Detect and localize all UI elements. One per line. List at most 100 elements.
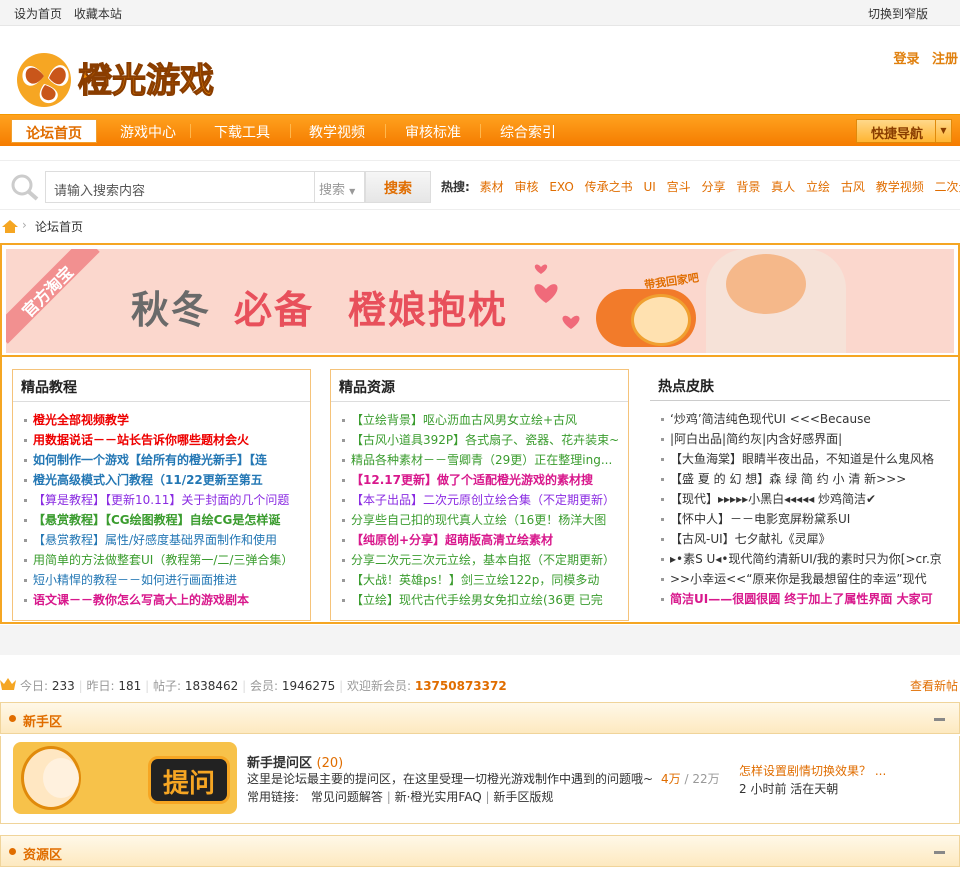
- list-item[interactable]: 橙光高级模式入门教程（11/22更新至第五: [23, 470, 310, 490]
- set-home-link[interactable]: 设为首页: [14, 7, 62, 21]
- hot-tag[interactable]: 教学视频: [876, 180, 924, 194]
- stat-label: 昨日:: [86, 679, 115, 693]
- stat-label: 帖子:: [152, 679, 181, 693]
- list-item[interactable]: 分享二次元三次元立绘，基本自抠（不定期更新）: [341, 550, 628, 570]
- login-link[interactable]: 登录: [893, 52, 919, 67]
- nav-tutorial-video[interactable]: 教学视频: [309, 122, 365, 142]
- nav-review-standard[interactable]: 审核标准: [405, 122, 461, 142]
- forum-image-text: 提问: [148, 756, 230, 804]
- search-button[interactable]: 搜索: [365, 171, 431, 203]
- divider: [2, 355, 958, 357]
- stat-label: 会员:: [249, 679, 278, 693]
- switch-width-link[interactable]: 切换到窄版: [868, 5, 928, 22]
- list-item[interactable]: 【本子出品】二次元原创立绘合集（不定期更新）: [341, 490, 628, 510]
- list-item[interactable]: 分享些自己扣的现代真人立绘（16更！杨洋大图: [341, 510, 628, 530]
- list-item[interactable]: 【悬赏教程】属性/好感度基础界面制作和使用: [23, 530, 310, 550]
- chevron-right-icon: ›: [22, 218, 27, 232]
- stat-posts: 1838462: [184, 679, 239, 693]
- home-icon[interactable]: [2, 220, 18, 236]
- section-title: 新手区: [23, 715, 63, 730]
- list-item[interactable]: 用简单的方法做整套UI（教程第一/二/三弹合集）: [23, 550, 310, 570]
- forum-stats-count: 4万 / 22万: [661, 772, 720, 786]
- resources-column: 精品资源 【立绘背景】呕心沥血古风男女立绘+古风 【古风小道具392P】各式扇子、…: [330, 369, 629, 621]
- stat-members: 1946275: [281, 679, 336, 693]
- last-post-title[interactable]: 怎样设置剧情切换效果？ ...: [739, 762, 886, 779]
- forum-count: (20): [316, 756, 344, 771]
- quick-nav-button[interactable]: 快捷导航 ▼: [856, 119, 952, 143]
- list-item[interactable]: 【12.17更新】做了个适配橙光游戏的素材搜: [341, 470, 628, 490]
- forum-name[interactable]: 新手提问区: [247, 756, 312, 771]
- forum-link[interactable]: 常见问题解答: [311, 790, 383, 804]
- bullet-icon: [9, 715, 16, 722]
- hot-tag[interactable]: 真人: [771, 180, 795, 194]
- forum-icon-image[interactable]: 提问: [13, 742, 237, 814]
- list-item[interactable]: 【立绘背景】呕心沥血古风男女立绘+古风: [341, 410, 628, 430]
- collapse-icon[interactable]: [934, 718, 945, 721]
- hot-tag[interactable]: 立绘: [806, 180, 830, 194]
- list-item[interactable]: 用数据说话－－站长告诉你哪些题材会火: [23, 430, 310, 450]
- forum-link[interactable]: 新·橙光实用FAQ: [395, 790, 482, 804]
- search-scope-select[interactable]: 搜索 ▼: [315, 171, 365, 203]
- list-item[interactable]: 【大鱼海棠】眼睛半夜出品，不知道是什么鬼风格: [660, 449, 950, 469]
- list-item[interactable]: 如何制作一个游戏【给所有的橙光新手】【连: [23, 450, 310, 470]
- list-item[interactable]: 【悬赏教程】【CG绘图教程】自绘CG是怎样诞: [23, 510, 310, 530]
- forum-link[interactable]: 新手区版规: [493, 790, 553, 804]
- nav-download-tools[interactable]: 下载工具: [214, 122, 270, 142]
- hot-tag[interactable]: 传承之书: [585, 180, 633, 194]
- list-item[interactable]: 【立绘】现代古代手绘男女免扣立绘(36更 已完: [341, 590, 628, 610]
- logo-text: 橙光游戏: [78, 61, 214, 101]
- hot-search-label: 热搜:: [441, 180, 470, 194]
- last-post-user[interactable]: 活在天朝: [790, 782, 838, 796]
- search-icon: [10, 173, 40, 204]
- nav-forum-home[interactable]: 论坛首页: [11, 119, 97, 143]
- nav-game-center[interactable]: 游戏中心: [120, 122, 176, 142]
- list-item[interactable]: 【古风-UI】七夕献礼《灵犀》: [660, 529, 950, 549]
- list-item[interactable]: 【现代】▸▸▸▸▸小黑白◂◂◂◂◂ 炒鸡简洁✔: [660, 489, 950, 509]
- list-item[interactable]: 语文课－－教你怎么写高大上的游戏剧本: [23, 590, 310, 610]
- hot-tag[interactable]: 审核: [514, 180, 538, 194]
- links-label: 常用链接:: [247, 790, 300, 804]
- new-member-link[interactable]: 13750873372: [415, 679, 507, 693]
- promo-banner[interactable]: 官方淘宝 秋冬 必备 橙娘抱枕 带我回家吧: [6, 249, 954, 353]
- chevron-down-icon: ▼: [935, 120, 951, 142]
- forum-stats: 今日: 233 | 昨日: 181 | 帖子: 1838462 | 会员: 19…: [0, 676, 960, 694]
- collapse-icon[interactable]: [934, 851, 945, 854]
- hot-tag[interactable]: 古风: [841, 180, 865, 194]
- bookmark-link[interactable]: 收藏本站: [74, 7, 122, 21]
- list-item[interactable]: 【怀中人】－－电影宽屏粉黛系UI: [660, 509, 950, 529]
- list-item[interactable]: ‘炒鸡’简洁纯色现代UI <<<Because: [660, 409, 950, 429]
- search-input[interactable]: 请输入搜索内容: [45, 171, 315, 203]
- register-link[interactable]: 注册: [932, 52, 958, 67]
- hot-tag[interactable]: 分享: [701, 180, 725, 194]
- list-item[interactable]: >>小幸运<<“原来你是我最想留住的幸运”现代: [660, 569, 950, 589]
- mascot-image: [631, 294, 691, 346]
- section-header-resource[interactable]: 资源区: [0, 835, 960, 867]
- tutorials-column: 精品教程 橙光全部视频教学 用数据说话－－站长告诉你哪些题材会火 如何制作一个游戏【…: [12, 369, 311, 621]
- list-item[interactable]: 【纯原创+分享】超萌版高清立绘素材: [341, 530, 628, 550]
- list-item[interactable]: 短小精悍的教程－－如何进行画面推进: [23, 570, 310, 590]
- view-new-posts-link[interactable]: 查看新帖: [910, 677, 958, 694]
- list-item[interactable]: 简洁UI——很圆很圆 终于加上了属性界面 大家可: [660, 589, 950, 609]
- section-header-newbie[interactable]: 新手区: [0, 702, 960, 734]
- hot-tag[interactable]: 素材: [480, 180, 504, 194]
- hot-tag[interactable]: 背景: [736, 180, 760, 194]
- breadcrumb: › 论坛首页: [0, 214, 960, 238]
- stat-yesterday: 181: [118, 679, 142, 693]
- hot-tag[interactable]: 宫斗: [667, 180, 691, 194]
- hot-tag[interactable]: EXO: [549, 180, 573, 194]
- hot-tag[interactable]: 二次元: [935, 180, 960, 194]
- site-logo[interactable]: 橙光游戏: [12, 48, 237, 110]
- list-item[interactable]: 【盛 夏 的 幻 想】森 绿 简 约 小 清 新>>>: [660, 469, 950, 489]
- list-item[interactable]: 【大战！英雄ps！】剑三立绘122p，同模多动: [341, 570, 628, 590]
- list-item[interactable]: 橙光全部视频教学: [23, 410, 310, 430]
- chevron-down-icon: ▼: [349, 187, 356, 196]
- list-item[interactable]: 【算是教程】【更新10.11】关于封面的几个问题: [23, 490, 310, 510]
- hot-tag[interactable]: UI: [643, 180, 655, 194]
- forum-links: 常用链接: 常见问题解答 | 新·橙光实用FAQ | 新手区版规: [247, 790, 554, 804]
- nav-index[interactable]: 综合索引: [500, 122, 556, 142]
- list-item[interactable]: |阿白出品|简约灰|内含好感界面|: [660, 429, 950, 449]
- list-item[interactable]: ▸•素S U◂•现代简约清新UI/我的素时只为你[>cr.京: [660, 549, 950, 569]
- breadcrumb-current[interactable]: 论坛首页: [35, 218, 83, 235]
- list-item[interactable]: 精品各种素材－－雪卿青（29更）正在整理ing...: [341, 450, 628, 470]
- list-item[interactable]: 【古风小道具392P】各式扇子、瓷器、花卉装束~: [341, 430, 628, 450]
